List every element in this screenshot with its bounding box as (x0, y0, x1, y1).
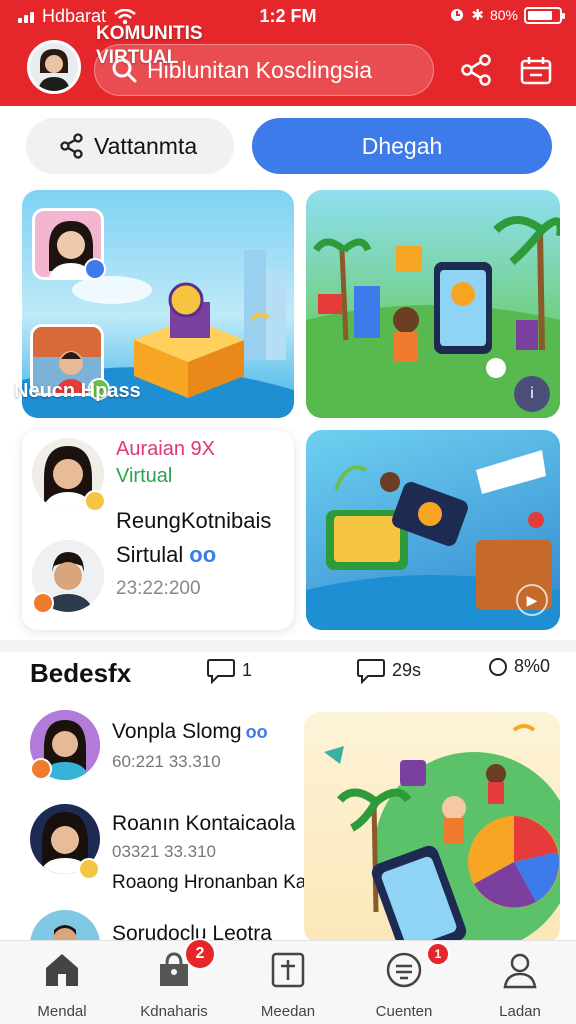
card2-info-badge[interactable]: i (514, 376, 550, 412)
featured-illustration[interactable] (304, 712, 560, 944)
nav-label-profile: Ladan (499, 1003, 541, 1020)
card3-line3: ReungKotnibais (116, 508, 272, 533)
book-icon (271, 952, 305, 988)
host-badge-icon (84, 490, 106, 512)
list-badge-2-icon (78, 858, 100, 880)
circle-icon (489, 657, 507, 676)
nav-label-chat: Cuenten (375, 1003, 433, 1020)
card1-title-line1: KOMUNITIS (96, 23, 203, 44)
list-item-1-name-text: Vonpla Slomg (112, 720, 242, 743)
section-divider (0, 640, 576, 652)
list-item-2-name: Roanın Kontaicaola (112, 812, 296, 835)
list-item-2-sub: 03321 33.310 (112, 842, 216, 861)
nav-item-home[interactable]: Mendal (12, 950, 112, 1020)
percent-value: 8%0 (514, 656, 551, 676)
nav-label-home: Mendal (37, 1003, 87, 1020)
nav-item-media[interactable]: Meedan (238, 950, 338, 1020)
toggle-right-label: Dhegah (361, 132, 443, 159)
home-icon (46, 954, 78, 986)
nav-item-profile[interactable]: Ladan (470, 950, 570, 1020)
messages-stat[interactable]: 29s (356, 656, 421, 684)
alarm-icon (451, 9, 464, 21)
share-icon[interactable] (458, 52, 494, 88)
list-item-1-badge: oo (245, 722, 268, 742)
card3-line2: Virtual (116, 465, 173, 487)
nav-label-shop: Kdnaharis (140, 1003, 208, 1020)
toggle-left-label: Vattanmta (94, 132, 198, 159)
comments-stat[interactable]: 1 (206, 656, 252, 684)
nav-shop-badge: 2 (184, 938, 216, 970)
featured-game-illustration (324, 724, 560, 944)
nav-chat-badge: 1 (426, 942, 450, 966)
card3-line4: Sirtulal oo (116, 542, 216, 568)
comments-count: 1 (242, 659, 253, 680)
back-segment-button[interactable]: Vattanmta (26, 118, 234, 174)
verified-badge-icon (84, 258, 106, 280)
percent-stat[interactable]: 8%0 (488, 656, 550, 677)
profile-icon (503, 953, 537, 989)
card2-title: Neucn Hpass (14, 380, 141, 402)
messages-count: 29s (392, 659, 422, 680)
list-item-1-name: Vonpla Slomg oo (112, 720, 268, 744)
toggle-right-button[interactable]: Dhegah (252, 118, 552, 174)
section-title: Bedesfx (30, 658, 132, 688)
play-icon[interactable]: ▶ (516, 584, 548, 616)
list-item-1-sub: 60:221 33.310 (112, 752, 221, 771)
share-back-icon (60, 133, 83, 159)
guest-badge-icon (32, 592, 54, 614)
status-bar: Hdbarat 1:2 FM ✱ 80% (0, 0, 576, 34)
user-avatar[interactable] (27, 40, 81, 94)
card3-line4-badge: oo (189, 542, 217, 567)
card3-line1: Auraian 9X (116, 438, 215, 460)
card1-title: KOMUNITIS VIRTUAL (96, 22, 203, 70)
list-badge-1-icon (30, 758, 52, 780)
calendar-icon[interactable] (518, 52, 554, 88)
chat-bubble-icon (386, 952, 422, 988)
card3-line4-text: Sirtulal (116, 542, 184, 567)
avatar-portrait-icon (30, 43, 78, 91)
app-header: Hdbarat 1:2 FM ✱ 80% Hiblunitan Koscling… (0, 0, 576, 106)
battery-icon (524, 6, 565, 24)
comment-icon (207, 659, 235, 684)
message-icon (357, 659, 385, 684)
card1-title-line2: VIRTUAL (96, 47, 179, 68)
bluetooth-icon: ✱ (471, 7, 484, 24)
card3-timestamp: 23:22:200 (116, 578, 201, 599)
battery-percent: 80% (489, 7, 518, 23)
nav-label-media: Meedan (260, 1003, 316, 1020)
